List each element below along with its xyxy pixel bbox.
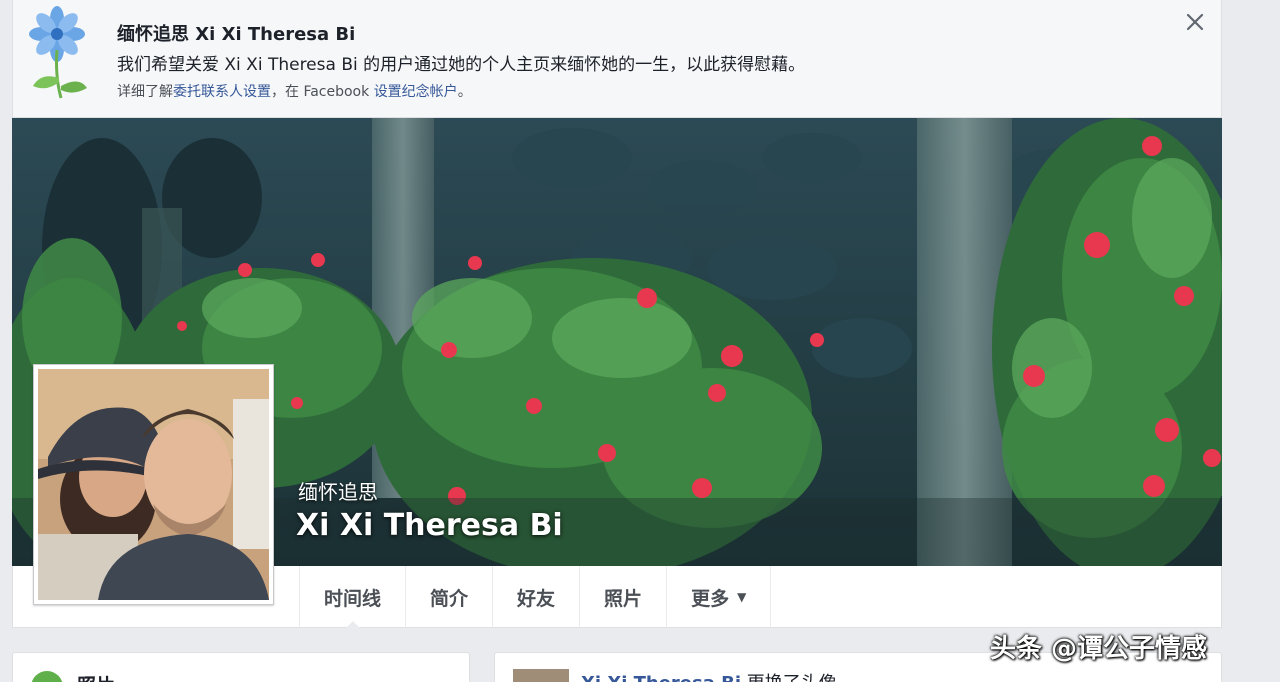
banner-sub-suffix: 。 xyxy=(457,84,472,100)
profile-picture[interactable] xyxy=(33,364,274,605)
tab-friends[interactable]: 好友 xyxy=(492,566,579,628)
profile-photo-image xyxy=(38,369,269,600)
close-icon[interactable] xyxy=(1183,10,1207,34)
delegate-settings-link[interactable]: 委托联系人设置 xyxy=(173,84,271,100)
post-author-link[interactable]: Xi Xi Theresa Bi xyxy=(581,673,741,682)
post-action-text: 更换了头像 xyxy=(741,673,837,682)
tab-more[interactable]: 更多 ▼ xyxy=(666,566,772,628)
banner-title: 缅怀追思 Xi Xi Theresa Bi xyxy=(117,24,356,45)
tab-about-label: 简介 xyxy=(430,587,469,610)
banner-sub-middle: ，在 Facebook xyxy=(271,84,374,100)
photos-card: 照片 xyxy=(12,652,470,682)
tab-photos-label: 照片 xyxy=(604,587,643,610)
tab-timeline-label: 时间线 xyxy=(324,587,382,610)
photos-icon xyxy=(31,671,63,682)
chevron-down-icon: ▼ xyxy=(737,590,747,604)
photos-card-title[interactable]: 照片 xyxy=(77,671,115,682)
post-header: Xi Xi Theresa Bi 更换了头像 xyxy=(581,669,837,682)
profile-name[interactable]: Xi Xi Theresa Bi xyxy=(296,508,563,543)
banner-sub-prefix: 详细了解 xyxy=(117,84,173,100)
profile-tabs: 时间线 简介 好友 照片 更多 ▼ xyxy=(299,566,772,629)
memorial-label: 缅怀追思 xyxy=(298,480,378,504)
watermark-text: 头条 @谭公子情感 xyxy=(990,634,1208,664)
banner-subtext: 详细了解委托联系人设置，在 Facebook 设置纪念帐户。 xyxy=(117,81,472,101)
post-avatar[interactable] xyxy=(513,669,569,682)
tab-friends-label: 好友 xyxy=(517,587,556,610)
memorial-banner: 缅怀追思 Xi Xi Theresa Bi 我们希望关爱 Xi Xi There… xyxy=(12,0,1222,118)
memorial-account-settings-link[interactable]: 设置纪念帐户 xyxy=(374,84,458,100)
tab-timeline[interactable]: 时间线 xyxy=(299,566,405,629)
tab-about[interactable]: 简介 xyxy=(405,566,492,628)
banner-text: 我们希望关爱 Xi Xi Theresa Bi 的用户通过她的个人主页来缅怀她的… xyxy=(117,55,806,75)
active-tab-marker xyxy=(344,621,361,629)
forget-me-not-flower-icon xyxy=(29,6,87,99)
tab-photos[interactable]: 照片 xyxy=(579,566,666,628)
tab-more-label: 更多 xyxy=(691,587,730,610)
